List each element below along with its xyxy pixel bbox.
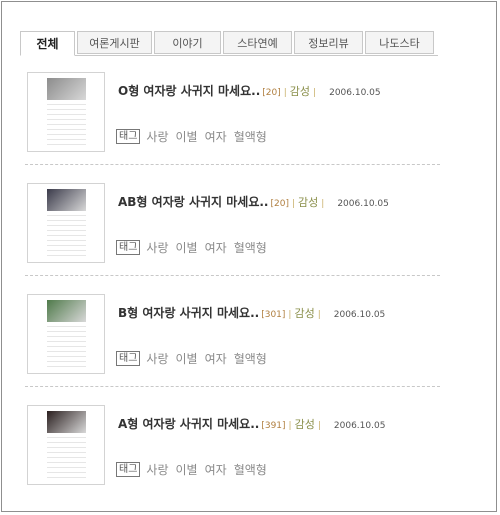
tab-all[interactable]: 전체 bbox=[20, 31, 75, 56]
tag-link[interactable]: 여자 bbox=[205, 461, 227, 478]
item-divider bbox=[25, 386, 440, 387]
post-category[interactable]: 감성 bbox=[290, 85, 310, 98]
post-thumbnail[interactable] bbox=[27, 72, 105, 152]
tag-row: 태그 사랑 이별 여자 혈액형 bbox=[116, 128, 274, 145]
thumbnail-photo bbox=[47, 189, 86, 211]
tag-link[interactable]: 혈액형 bbox=[234, 350, 267, 367]
comment-count[interactable]: [20] bbox=[262, 88, 280, 98]
post-date: 2006.10.05 bbox=[333, 310, 386, 320]
tag-label-badge: 태그 bbox=[116, 129, 141, 144]
post-list: O형 여자랑 사귀지 마세요.. [20] | 감성 | 2006.10.05 태그 사랑… bbox=[25, 70, 440, 514]
thumbnail-text-preview bbox=[47, 211, 86, 258]
separator: | bbox=[288, 421, 292, 431]
post-thumbnail[interactable] bbox=[27, 294, 105, 374]
post-date: 2006.10.05 bbox=[333, 421, 386, 431]
tag-row: 태그 사랑 이별 여자 혈액형 bbox=[116, 350, 274, 367]
tag-row: 태그 사랑 이별 여자 혈액형 bbox=[116, 239, 274, 256]
post-thumbnail[interactable] bbox=[27, 183, 105, 263]
post-category[interactable]: 감성 bbox=[295, 418, 315, 431]
post-title-line: AB형 여자랑 사귀지 마세요.. [20] | 감성 | 2006.10.05 bbox=[118, 193, 389, 210]
item-divider bbox=[25, 275, 440, 276]
separator: | bbox=[317, 310, 321, 320]
tab-star-entertainment[interactable]: 스타연예 bbox=[223, 31, 292, 54]
tag-link[interactable]: 사랑 bbox=[146, 128, 168, 145]
tag-link[interactable]: 사랑 bbox=[146, 350, 168, 367]
post-title-line: A형 여자랑 사귀지 마세요.. [391] | 감성 | 2006.10.05 bbox=[118, 415, 385, 432]
tag-link[interactable]: 여자 bbox=[205, 239, 227, 256]
tag-link[interactable]: 혈액형 bbox=[234, 128, 267, 145]
post-category[interactable]: 감성 bbox=[298, 196, 318, 209]
tag-link[interactable]: 여자 bbox=[205, 350, 227, 367]
post-title-line: O형 여자랑 사귀지 마세요.. [20] | 감성 | 2006.10.05 bbox=[118, 82, 381, 99]
post-item: O형 여자랑 사귀지 마세요.. [20] | 감성 | 2006.10.05 태그 사랑… bbox=[25, 70, 440, 181]
separator: | bbox=[283, 88, 287, 98]
tag-link[interactable]: 이별 bbox=[176, 461, 198, 478]
tag-label-badge: 태그 bbox=[116, 462, 141, 477]
post-item: B형 여자랑 사귀지 마세요.. [301] | 감성 | 2006.10.05 태그 사… bbox=[25, 292, 440, 403]
comment-count[interactable]: [391] bbox=[261, 421, 285, 431]
post-title-link[interactable]: B형 여자랑 사귀지 마세요.. bbox=[118, 306, 259, 320]
post-item: AB형 여자랑 사귀지 마세요.. [20] | 감성 | 2006.10.05 태그 사… bbox=[25, 181, 440, 292]
tag-link[interactable]: 혈액형 bbox=[234, 239, 267, 256]
tag-link[interactable]: 이별 bbox=[176, 350, 198, 367]
thumbnail-text-preview bbox=[47, 433, 86, 480]
tag-link[interactable]: 사랑 bbox=[146, 461, 168, 478]
thumbnail-text-preview bbox=[47, 322, 86, 369]
comment-count[interactable]: [20] bbox=[271, 199, 289, 209]
thumbnail-photo bbox=[47, 78, 86, 100]
post-category[interactable]: 감성 bbox=[294, 307, 314, 320]
tag-link[interactable]: 이별 bbox=[176, 239, 198, 256]
thumbnail-photo bbox=[47, 411, 86, 433]
post-thumbnail[interactable] bbox=[27, 405, 105, 485]
comment-count[interactable]: [301] bbox=[261, 310, 285, 320]
post-date: 2006.10.05 bbox=[329, 88, 381, 98]
separator: | bbox=[317, 421, 321, 431]
tag-label-badge: 태그 bbox=[116, 351, 141, 366]
post-title-link[interactable]: AB형 여자랑 사귀지 마세요.. bbox=[118, 195, 269, 209]
tab-opinion-board[interactable]: 여론게시판 bbox=[77, 31, 152, 54]
tag-link[interactable]: 사랑 bbox=[146, 239, 168, 256]
tab-story[interactable]: 이야기 bbox=[154, 31, 221, 54]
category-tabs: 전체 여론게시판 이야기 스타연예 정보리뷰 나도스타 bbox=[20, 31, 438, 56]
thumbnail-text-preview bbox=[47, 100, 86, 147]
tag-row: 태그 사랑 이별 여자 혈액형 bbox=[116, 461, 274, 478]
tag-link[interactable]: 이별 bbox=[176, 128, 198, 145]
separator: | bbox=[291, 199, 296, 209]
post-title-link[interactable]: A형 여자랑 사귀지 마세요.. bbox=[118, 417, 259, 431]
separator: | bbox=[321, 199, 325, 209]
tag-link[interactable]: 혈액형 bbox=[234, 461, 267, 478]
thumbnail-photo bbox=[47, 300, 86, 322]
separator: | bbox=[288, 310, 292, 320]
separator: | bbox=[313, 88, 317, 98]
tab-info-review[interactable]: 정보리뷰 bbox=[294, 31, 363, 54]
post-title-line: B형 여자랑 사귀지 마세요.. [301] | 감성 | 2006.10.05 bbox=[118, 304, 385, 321]
tag-link[interactable]: 여자 bbox=[205, 128, 227, 145]
post-date: 2006.10.05 bbox=[337, 199, 389, 209]
post-item: A형 여자랑 사귀지 마세요.. [391] | 감성 | 2006.10.05 태그 사… bbox=[25, 403, 440, 514]
item-divider bbox=[25, 164, 440, 165]
post-title-link[interactable]: O형 여자랑 사귀지 마세요.. bbox=[118, 84, 260, 98]
tag-label-badge: 태그 bbox=[116, 240, 141, 255]
tab-me-too-star[interactable]: 나도스타 bbox=[365, 31, 434, 54]
